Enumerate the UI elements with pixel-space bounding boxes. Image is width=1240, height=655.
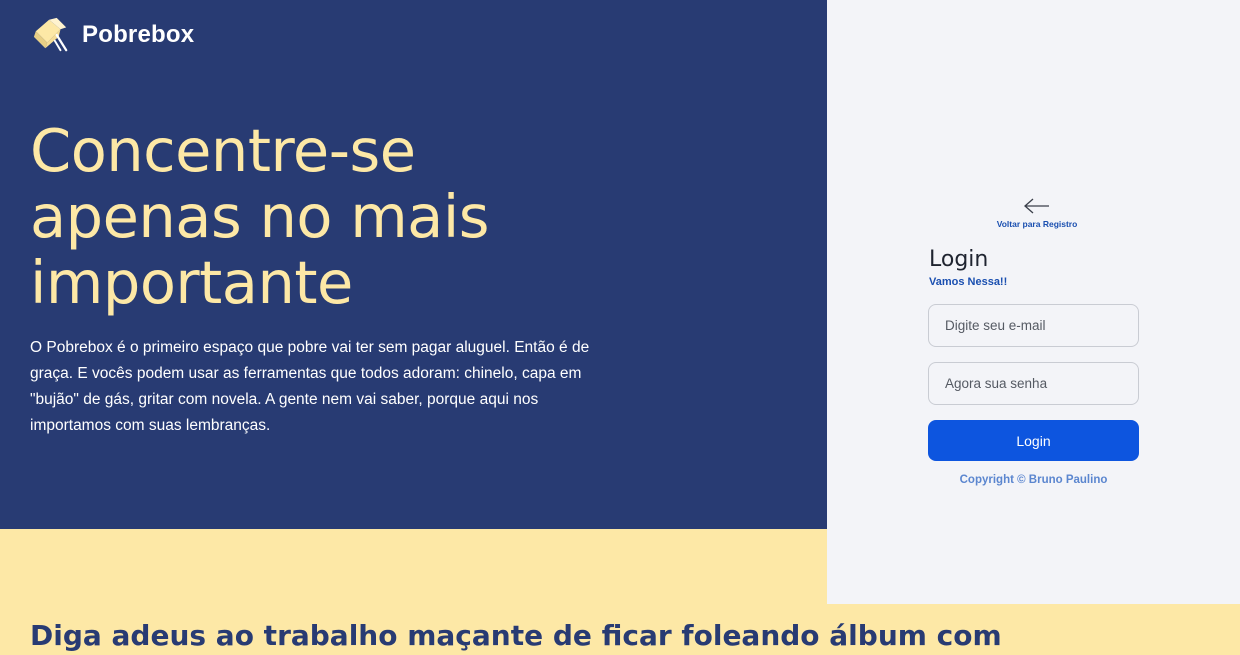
copyright-text: Copyright © Bruno Paulino <box>959 474 1108 486</box>
email-input[interactable] <box>928 304 1139 347</box>
login-button[interactable]: Login <box>928 420 1139 461</box>
section-tagline: Diga adeus ao trabalho maçante de ficar … <box>30 619 1002 652</box>
box-icon <box>33 17 68 52</box>
login-subtitle: Vamos Nessa!! <box>929 276 1008 288</box>
password-input[interactable] <box>928 362 1139 405</box>
hero-description: O Pobrebox é o primeiro espaço que pobre… <box>30 339 590 434</box>
login-panel: Voltar para Registro Login Vamos Nessa!!… <box>827 0 1240 604</box>
landing-page: Pobrebox Concentre-se apenas no mais imp… <box>0 0 1240 655</box>
hero-title: Concentre-se apenas no mais importante <box>30 116 489 317</box>
login-title: Login <box>929 247 989 272</box>
hero-section: Pobrebox Concentre-se apenas no mais imp… <box>0 0 827 529</box>
arrow-left-icon <box>1024 198 1049 214</box>
back-to-register-link[interactable]: Voltar para Registro <box>987 198 1087 229</box>
brand-name: Pobrebox <box>82 21 195 48</box>
brand[interactable]: Pobrebox <box>32 16 194 54</box>
back-to-register-label: Voltar para Registro <box>996 219 1078 229</box>
